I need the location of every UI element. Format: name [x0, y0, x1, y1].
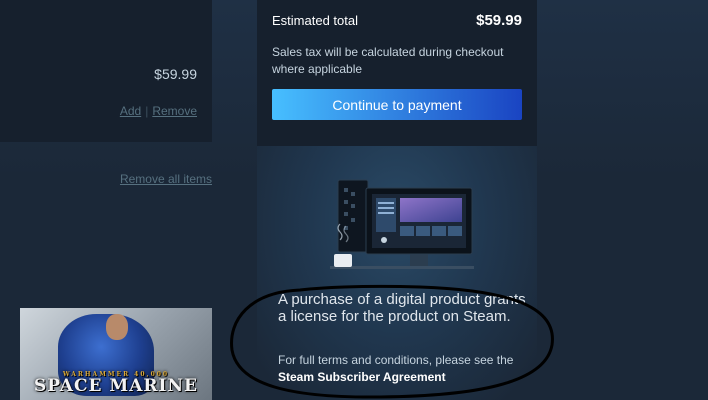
license-info-panel: A purchase of a digital product grants a… — [257, 146, 537, 400]
game-thumbnail[interactable]: WARHAMMER 40,000 SPACE MARINE — [20, 308, 212, 400]
cart-item-price: $59.99 — [154, 66, 197, 82]
space-marine-head-art — [106, 314, 128, 340]
remove-all-items-link[interactable]: Remove all items — [120, 172, 212, 186]
game-logo-text: SPACE MARINE — [33, 376, 198, 396]
estimated-total-label: Estimated total — [272, 13, 358, 28]
remove-button[interactable]: Remove — [152, 104, 197, 118]
sales-tax-note: Sales tax will be calculated during chec… — [272, 45, 504, 76]
continue-to-payment-button[interactable]: Continue to payment — [272, 89, 522, 120]
cart-item-panel: $59.99 Add | Remove — [0, 0, 212, 142]
subscriber-agreement-link[interactable]: Steam Subscriber Agreement — [278, 370, 446, 384]
action-separator: | — [145, 104, 149, 118]
license-statement: A purchase of a digital product grants a… — [278, 291, 526, 325]
terms-prefix: For full terms and conditions, please se… — [278, 353, 514, 367]
computer-illustration-icon — [330, 179, 474, 269]
terms-note: For full terms and conditions, please se… — [278, 352, 528, 386]
estimated-total-row: Estimated total $59.99 — [272, 12, 522, 29]
cart-item-actions: Add | Remove — [120, 104, 197, 118]
game-logo: WARHAMMER 40,000 SPACE MARINE — [20, 371, 212, 396]
order-summary-panel: Estimated total $59.99 Sales tax will be… — [257, 0, 537, 146]
estimated-total-value: $59.99 — [476, 12, 522, 29]
add-button[interactable]: Add — [120, 104, 141, 118]
